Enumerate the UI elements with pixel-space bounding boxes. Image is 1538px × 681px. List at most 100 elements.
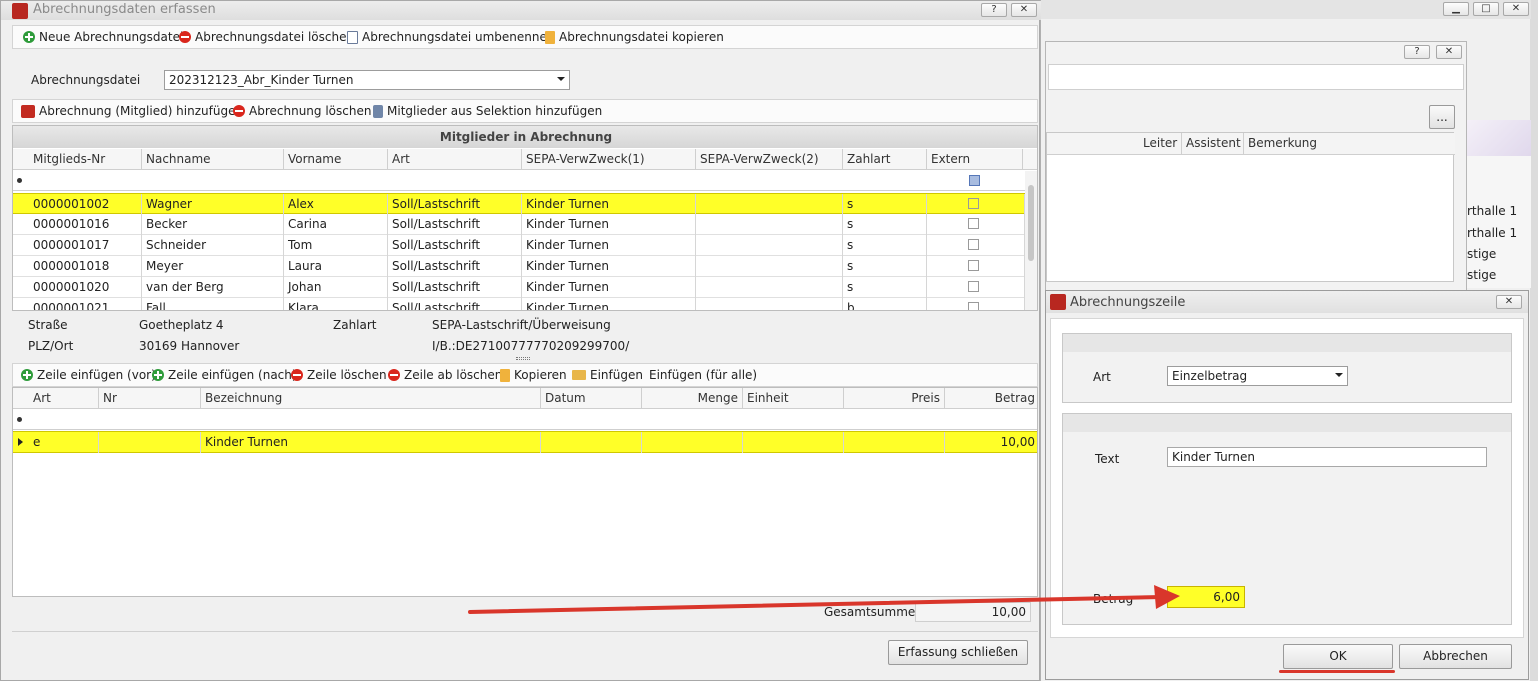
column-header[interactable]: Assistent: [1182, 133, 1244, 154]
table-cell[interactable]: Soll/Lastschrift: [388, 256, 522, 277]
table-row[interactable]: 0000001021 Fall Klara Soll/Lastschrift Kinde…: [13, 298, 1025, 310]
extern-checkbox[interactable]: [968, 281, 979, 292]
table-cell[interactable]: Soll/Lastschrift: [388, 277, 522, 298]
table-cell[interactable]: 0000001018: [29, 256, 142, 277]
table-cell[interactable]: [844, 432, 945, 453]
delete-file-button[interactable]: Abrechnungsdatei löschen: [179, 30, 354, 44]
table-cell[interactable]: s: [843, 235, 927, 256]
table-cell[interactable]: 0000001017: [29, 235, 142, 256]
column-header[interactable]: SEPA-VerwZweck(2): [696, 149, 843, 170]
add-from-selection-button[interactable]: Mitglieder aus Selektion hinzufügen: [373, 104, 602, 118]
table-cell[interactable]: Fall: [142, 298, 284, 310]
delete-from-button[interactable]: Zeile ab löschen: [388, 368, 502, 382]
table-cell[interactable]: Soll/Lastschrift: [388, 214, 522, 235]
column-header[interactable]: Menge: [642, 388, 743, 409]
table-cell[interactable]: [696, 298, 843, 310]
column-header[interactable]: Preis: [844, 388, 945, 409]
insert-before-button[interactable]: Zeile einfügen (vor): [21, 368, 156, 382]
table-row[interactable]: 0000001020 van der Berg Johan Soll/Lastschr…: [13, 277, 1025, 298]
table-cell[interactable]: b: [843, 298, 927, 310]
filter-checkbox[interactable]: [969, 175, 980, 186]
splitter-handle[interactable]: [516, 357, 530, 360]
table-cell[interactable]: 0000001002: [29, 194, 142, 215]
table-cell[interactable]: Kinder Turnen: [201, 432, 541, 453]
column-header[interactable]: Betrag: [945, 388, 1037, 409]
maximize-icon[interactable]: □: [1473, 2, 1499, 16]
column-header[interactable]: Extern: [927, 149, 1023, 170]
table-row[interactable]: e Kinder Turnen 10,00: [13, 431, 1037, 453]
minimize-icon[interactable]: ▁: [1443, 2, 1469, 16]
table-cell[interactable]: Johan: [284, 277, 388, 298]
column-header[interactable]: Vorname: [284, 149, 388, 170]
table-cell[interactable]: Tom: [284, 235, 388, 256]
copy-file-button[interactable]: Abrechnungsdatei kopieren: [545, 30, 724, 44]
add-member-button[interactable]: Abrechnung (Mitglied) hinzufügen: [21, 104, 243, 118]
table-cell[interactable]: s: [843, 214, 927, 235]
table-cell[interactable]: [743, 432, 844, 453]
column-header[interactable]: Datum: [541, 388, 642, 409]
text-input[interactable]: Kinder Turnen: [1167, 447, 1487, 467]
table-cell[interactable]: Klara: [284, 298, 388, 310]
scroll-thumb[interactable]: [1028, 185, 1034, 261]
column-header[interactable]: Leiter: [1139, 133, 1182, 154]
extern-checkbox[interactable]: [968, 239, 979, 250]
table-cell[interactable]: s: [843, 256, 927, 277]
table-cell[interactable]: [696, 214, 843, 235]
art-select[interactable]: Einzelbetrag: [1167, 366, 1348, 386]
table-cell[interactable]: s: [843, 194, 927, 215]
more-button[interactable]: ...: [1429, 105, 1455, 129]
column-header[interactable]: Bezeichnung: [201, 388, 541, 409]
table-cell[interactable]: Soll/Lastschrift: [388, 298, 522, 310]
table-cell[interactable]: Meyer: [142, 256, 284, 277]
table-cell[interactable]: e: [29, 432, 99, 453]
table-cell[interactable]: Schneider: [142, 235, 284, 256]
table-cell[interactable]: Soll/Lastschrift: [388, 235, 522, 256]
close-icon[interactable]: ✕: [1496, 295, 1522, 309]
table-cell[interactable]: [696, 235, 843, 256]
copy-button[interactable]: Kopieren: [500, 368, 567, 382]
table-cell[interactable]: van der Berg: [142, 277, 284, 298]
table-cell[interactable]: Carina: [284, 214, 388, 235]
extern-checkbox[interactable]: [968, 302, 979, 310]
table-cell[interactable]: [696, 277, 843, 298]
column-header[interactable]: Bemerkung: [1244, 133, 1444, 154]
members-scrollbar[interactable]: [1025, 171, 1037, 310]
rename-file-button[interactable]: Abrechnungsdatei umbenennen: [347, 30, 554, 44]
table-row[interactable]: 0000001017 Schneider Tom Soll/Lastschrift Ki…: [13, 235, 1025, 256]
table-cell[interactable]: 0000001020: [29, 277, 142, 298]
table-cell[interactable]: Laura: [284, 256, 388, 277]
table-cell[interactable]: Wagner: [142, 194, 284, 215]
table-cell[interactable]: 0000001021: [29, 298, 142, 310]
column-header[interactable]: Nachname: [142, 149, 284, 170]
new-file-button[interactable]: Neue Abrechnungsdatei: [23, 30, 183, 44]
table-cell[interactable]: Kinder Turnen: [522, 235, 696, 256]
table-cell[interactable]: 0000001016: [29, 214, 142, 235]
table-cell[interactable]: Becker: [142, 214, 284, 235]
table-cell[interactable]: [696, 256, 843, 277]
table-row[interactable]: 0000001018 Meyer Laura Soll/Lastschrift Kind…: [13, 256, 1025, 277]
table-cell[interactable]: [696, 194, 843, 215]
table-row[interactable]: 0000001002 Wagner Alex Soll/Lastschrift Kind…: [13, 193, 1025, 215]
table-cell[interactable]: Kinder Turnen: [522, 194, 696, 215]
amount-input[interactable]: 6,00: [1167, 586, 1245, 608]
close-icon[interactable]: ✕: [1503, 2, 1529, 16]
table-cell[interactable]: Kinder Turnen: [522, 214, 696, 235]
table-cell[interactable]: Soll/Lastschrift: [388, 194, 522, 215]
extern-checkbox[interactable]: [968, 260, 979, 271]
table-row[interactable]: 0000001016 Becker Carina Soll/Lastschrift Ki…: [13, 214, 1025, 235]
table-cell[interactable]: 10,00: [945, 432, 1037, 453]
extern-checkbox[interactable]: [968, 198, 979, 209]
table-cell[interactable]: [642, 432, 743, 453]
column-header[interactable]: Mitglieds-Nr: [29, 149, 142, 170]
insert-after-button[interactable]: Zeile einfügen (nach): [152, 368, 297, 382]
table-cell[interactable]: Alex: [284, 194, 388, 215]
table-cell[interactable]: Kinder Turnen: [522, 256, 696, 277]
ok-button[interactable]: OK: [1283, 644, 1393, 669]
table-cell[interactable]: s: [843, 277, 927, 298]
delete-member-button[interactable]: Abrechnung löschen: [233, 104, 371, 118]
close-capture-button[interactable]: Erfassung schließen: [888, 640, 1028, 665]
filter-row[interactable]: [13, 171, 1037, 191]
paste-button[interactable]: Einfügen: [572, 368, 643, 382]
filter-row[interactable]: [13, 410, 1037, 430]
table-cell[interactable]: [99, 432, 201, 453]
